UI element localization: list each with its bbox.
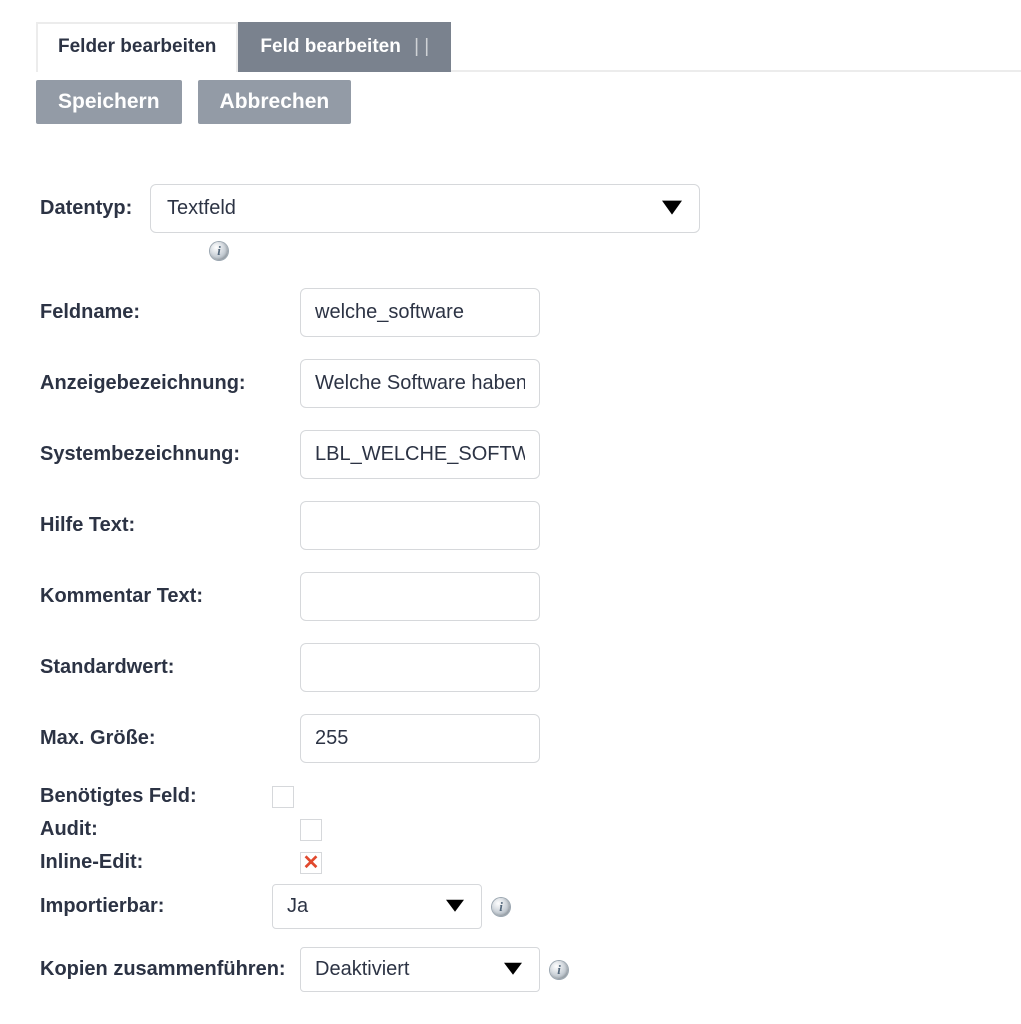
label-displaylabel: Anzeigebezeichnung: [40, 372, 300, 395]
row-importable: Importierbar: Ja i [40, 884, 1021, 929]
row-helptext: Hilfe Text: [40, 501, 1021, 550]
label-importable: Importierbar: [40, 895, 272, 918]
close-icon[interactable]: | | [414, 36, 429, 57]
info-icon[interactable]: i [550, 961, 568, 979]
row-audit: Audit: [40, 818, 1021, 841]
select-wrap: Textfeld [150, 184, 700, 233]
row-required: Benötigtes Feld: [40, 785, 1021, 808]
row-commenttext: Kommentar Text: [40, 572, 1021, 621]
save-button[interactable]: Speichern [36, 80, 182, 124]
form: Datentyp: Textfeld i Feldname: Anzeigebe… [40, 184, 1021, 992]
label-audit: Audit: [40, 818, 300, 841]
fieldname-input[interactable] [300, 288, 540, 337]
label-fieldname: Feldname: [40, 301, 300, 324]
displaylabel-input[interactable] [300, 359, 540, 408]
audit-checkbox[interactable] [300, 819, 322, 841]
info-icon[interactable]: i [210, 242, 228, 260]
maxsize-input[interactable] [300, 714, 540, 763]
label-mergecopies: Kopien zusammenführen: [40, 958, 300, 981]
required-checkbox[interactable] [272, 786, 294, 808]
tab-field-edit[interactable]: Feld bearbeiten | | [238, 22, 451, 72]
row-systemlabel: Systembezeichnung: [40, 430, 1021, 479]
mergecopies-select[interactable]: Deaktiviert [300, 947, 540, 992]
inlineedit-checkbox[interactable]: ✕ [300, 852, 322, 874]
row-fieldname: Feldname: [40, 288, 1021, 337]
tabs: Felder bearbeiten Feld bearbeiten | | [36, 20, 1021, 72]
tab-label: Felder bearbeiten [58, 36, 216, 57]
label-systemlabel: Systembezeichnung: [40, 443, 300, 466]
label-commenttext: Kommentar Text: [40, 585, 300, 608]
row-displaylabel: Anzeigebezeichnung: [40, 359, 1021, 408]
label-required: Benötigtes Feld: [40, 785, 272, 808]
tab-label: Feld bearbeiten [260, 36, 400, 57]
info-row: i [200, 239, 1021, 260]
importable-select[interactable]: Ja [272, 884, 482, 929]
toolbar: Speichern Abbrechen [36, 80, 1021, 124]
label-helptext: Hilfe Text: [40, 514, 300, 537]
label-defaultvalue: Standardwert: [40, 656, 300, 679]
select-wrap: Deaktiviert [300, 947, 540, 992]
systemlabel-input[interactable] [300, 430, 540, 479]
defaultvalue-input[interactable] [300, 643, 540, 692]
row-datatype: Datentyp: Textfeld [40, 184, 1021, 233]
datatype-select[interactable]: Textfeld [150, 184, 700, 233]
row-maxsize: Max. Größe: [40, 714, 1021, 763]
label-datatype: Datentyp: [40, 197, 150, 220]
info-icon[interactable]: i [492, 898, 510, 916]
label-maxsize: Max. Größe: [40, 727, 300, 750]
row-defaultvalue: Standardwert: [40, 643, 1021, 692]
tab-fields-edit[interactable]: Felder bearbeiten [36, 22, 238, 72]
select-wrap: Ja [272, 884, 482, 929]
label-inlineedit: Inline-Edit: [40, 851, 300, 874]
row-inlineedit: Inline-Edit: ✕ [40, 851, 1021, 874]
row-mergecopies: Kopien zusammenführen: Deaktiviert i [40, 947, 1021, 992]
cancel-button[interactable]: Abbrechen [198, 80, 352, 124]
helptext-input[interactable] [300, 501, 540, 550]
commenttext-input[interactable] [300, 572, 540, 621]
